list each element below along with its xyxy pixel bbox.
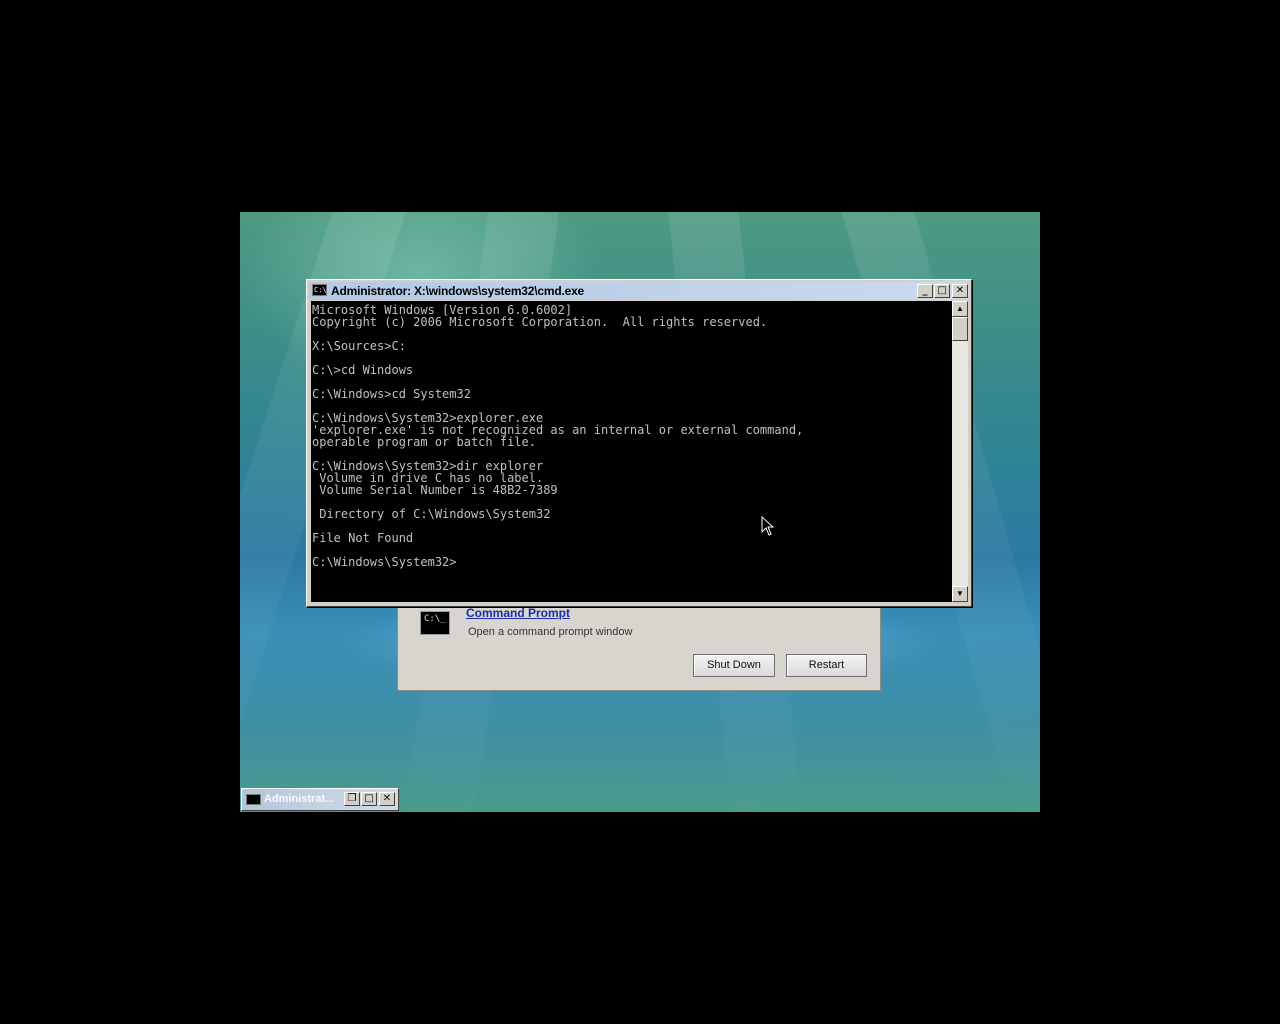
vertical-scrollbar[interactable]: ▲ ▼	[952, 301, 968, 602]
cmd-title-bar[interactable]: C:\ Administrator: X:\windows\system32\c…	[309, 282, 969, 300]
console-line: File Not Found	[312, 531, 414, 545]
console-line: Directory of C:\Windows\System32	[312, 507, 551, 521]
minimize-button[interactable]: _	[917, 284, 933, 298]
restart-button[interactable]: Restart	[786, 654, 867, 677]
restore-button[interactable]: ❐	[344, 792, 360, 806]
minimized-window-title: Administrat...	[264, 793, 335, 805]
command-prompt-icon[interactable]: C:\_	[420, 611, 450, 635]
maximize-button[interactable]: □	[361, 792, 377, 806]
cmd-window[interactable]: C:\ Administrator: X:\windows\system32\c…	[306, 279, 972, 607]
console-line: Volume Serial Number is 48B2-7389	[312, 483, 558, 497]
command-prompt-description: Open a command prompt window	[468, 626, 633, 638]
command-prompt-link[interactable]: Command Prompt	[466, 606, 570, 620]
system-recovery-options-dialog: C:\_ Command Prompt Open a command promp…	[397, 600, 881, 691]
mouse-pointer-icon	[761, 516, 775, 536]
cmd-window-icon	[246, 794, 261, 805]
close-button[interactable]: ✕	[952, 284, 968, 298]
shut-down-button[interactable]: Shut Down	[693, 654, 775, 677]
console-line: Copyright (c) 2006 Microsoft Corporation…	[312, 315, 768, 329]
console-line: X:\Sources>C:	[312, 339, 406, 353]
scroll-up-button[interactable]: ▲	[952, 301, 968, 317]
maximize-button[interactable]: □	[934, 284, 950, 298]
cmd-window-title: Administrator: X:\windows\system32\cmd.e…	[331, 284, 585, 298]
close-button[interactable]: ✕	[379, 792, 395, 806]
console-line: C:\>cd Windows	[312, 363, 414, 377]
cmd-window-icon[interactable]: C:\	[312, 284, 327, 296]
scroll-down-button[interactable]: ▼	[952, 586, 968, 602]
console-line: C:\Windows>cd System32	[312, 387, 471, 401]
scroll-thumb[interactable]	[952, 317, 968, 341]
console-line: C:\Windows\System32>	[312, 555, 457, 569]
console-line: operable program or batch file.	[312, 435, 536, 449]
minimized-cmd-window[interactable]: Administrat... ❐ □ ✕	[241, 788, 399, 811]
console-output[interactable]: Microsoft Windows [Version 6.0.6002] Copy…	[311, 301, 952, 602]
